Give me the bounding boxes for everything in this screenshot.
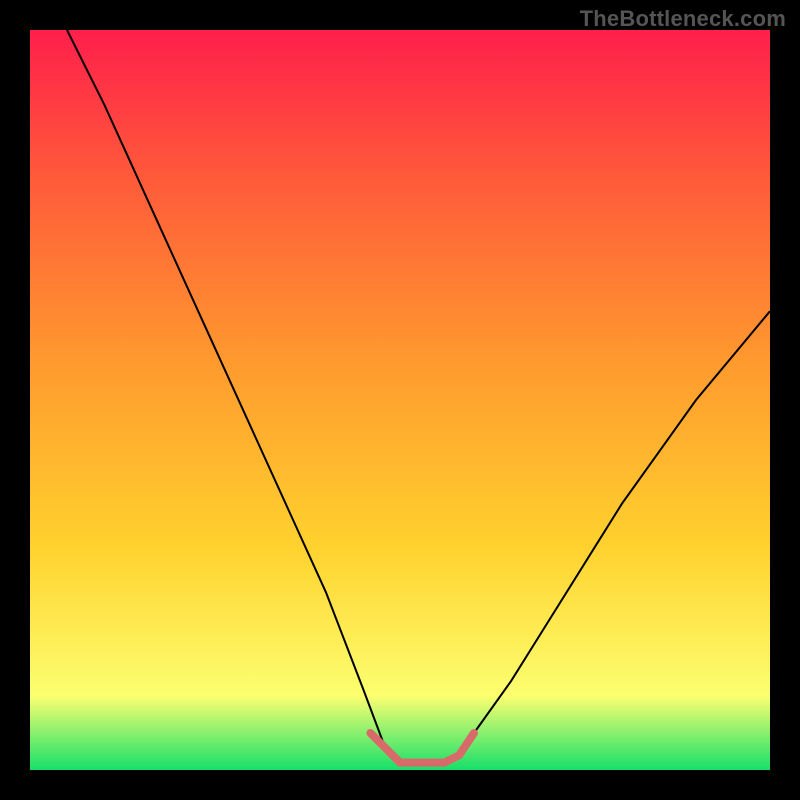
plot-area bbox=[30, 30, 770, 770]
watermark-label: TheBottleneck.com bbox=[580, 6, 786, 32]
bottleneck-chart bbox=[0, 0, 800, 800]
